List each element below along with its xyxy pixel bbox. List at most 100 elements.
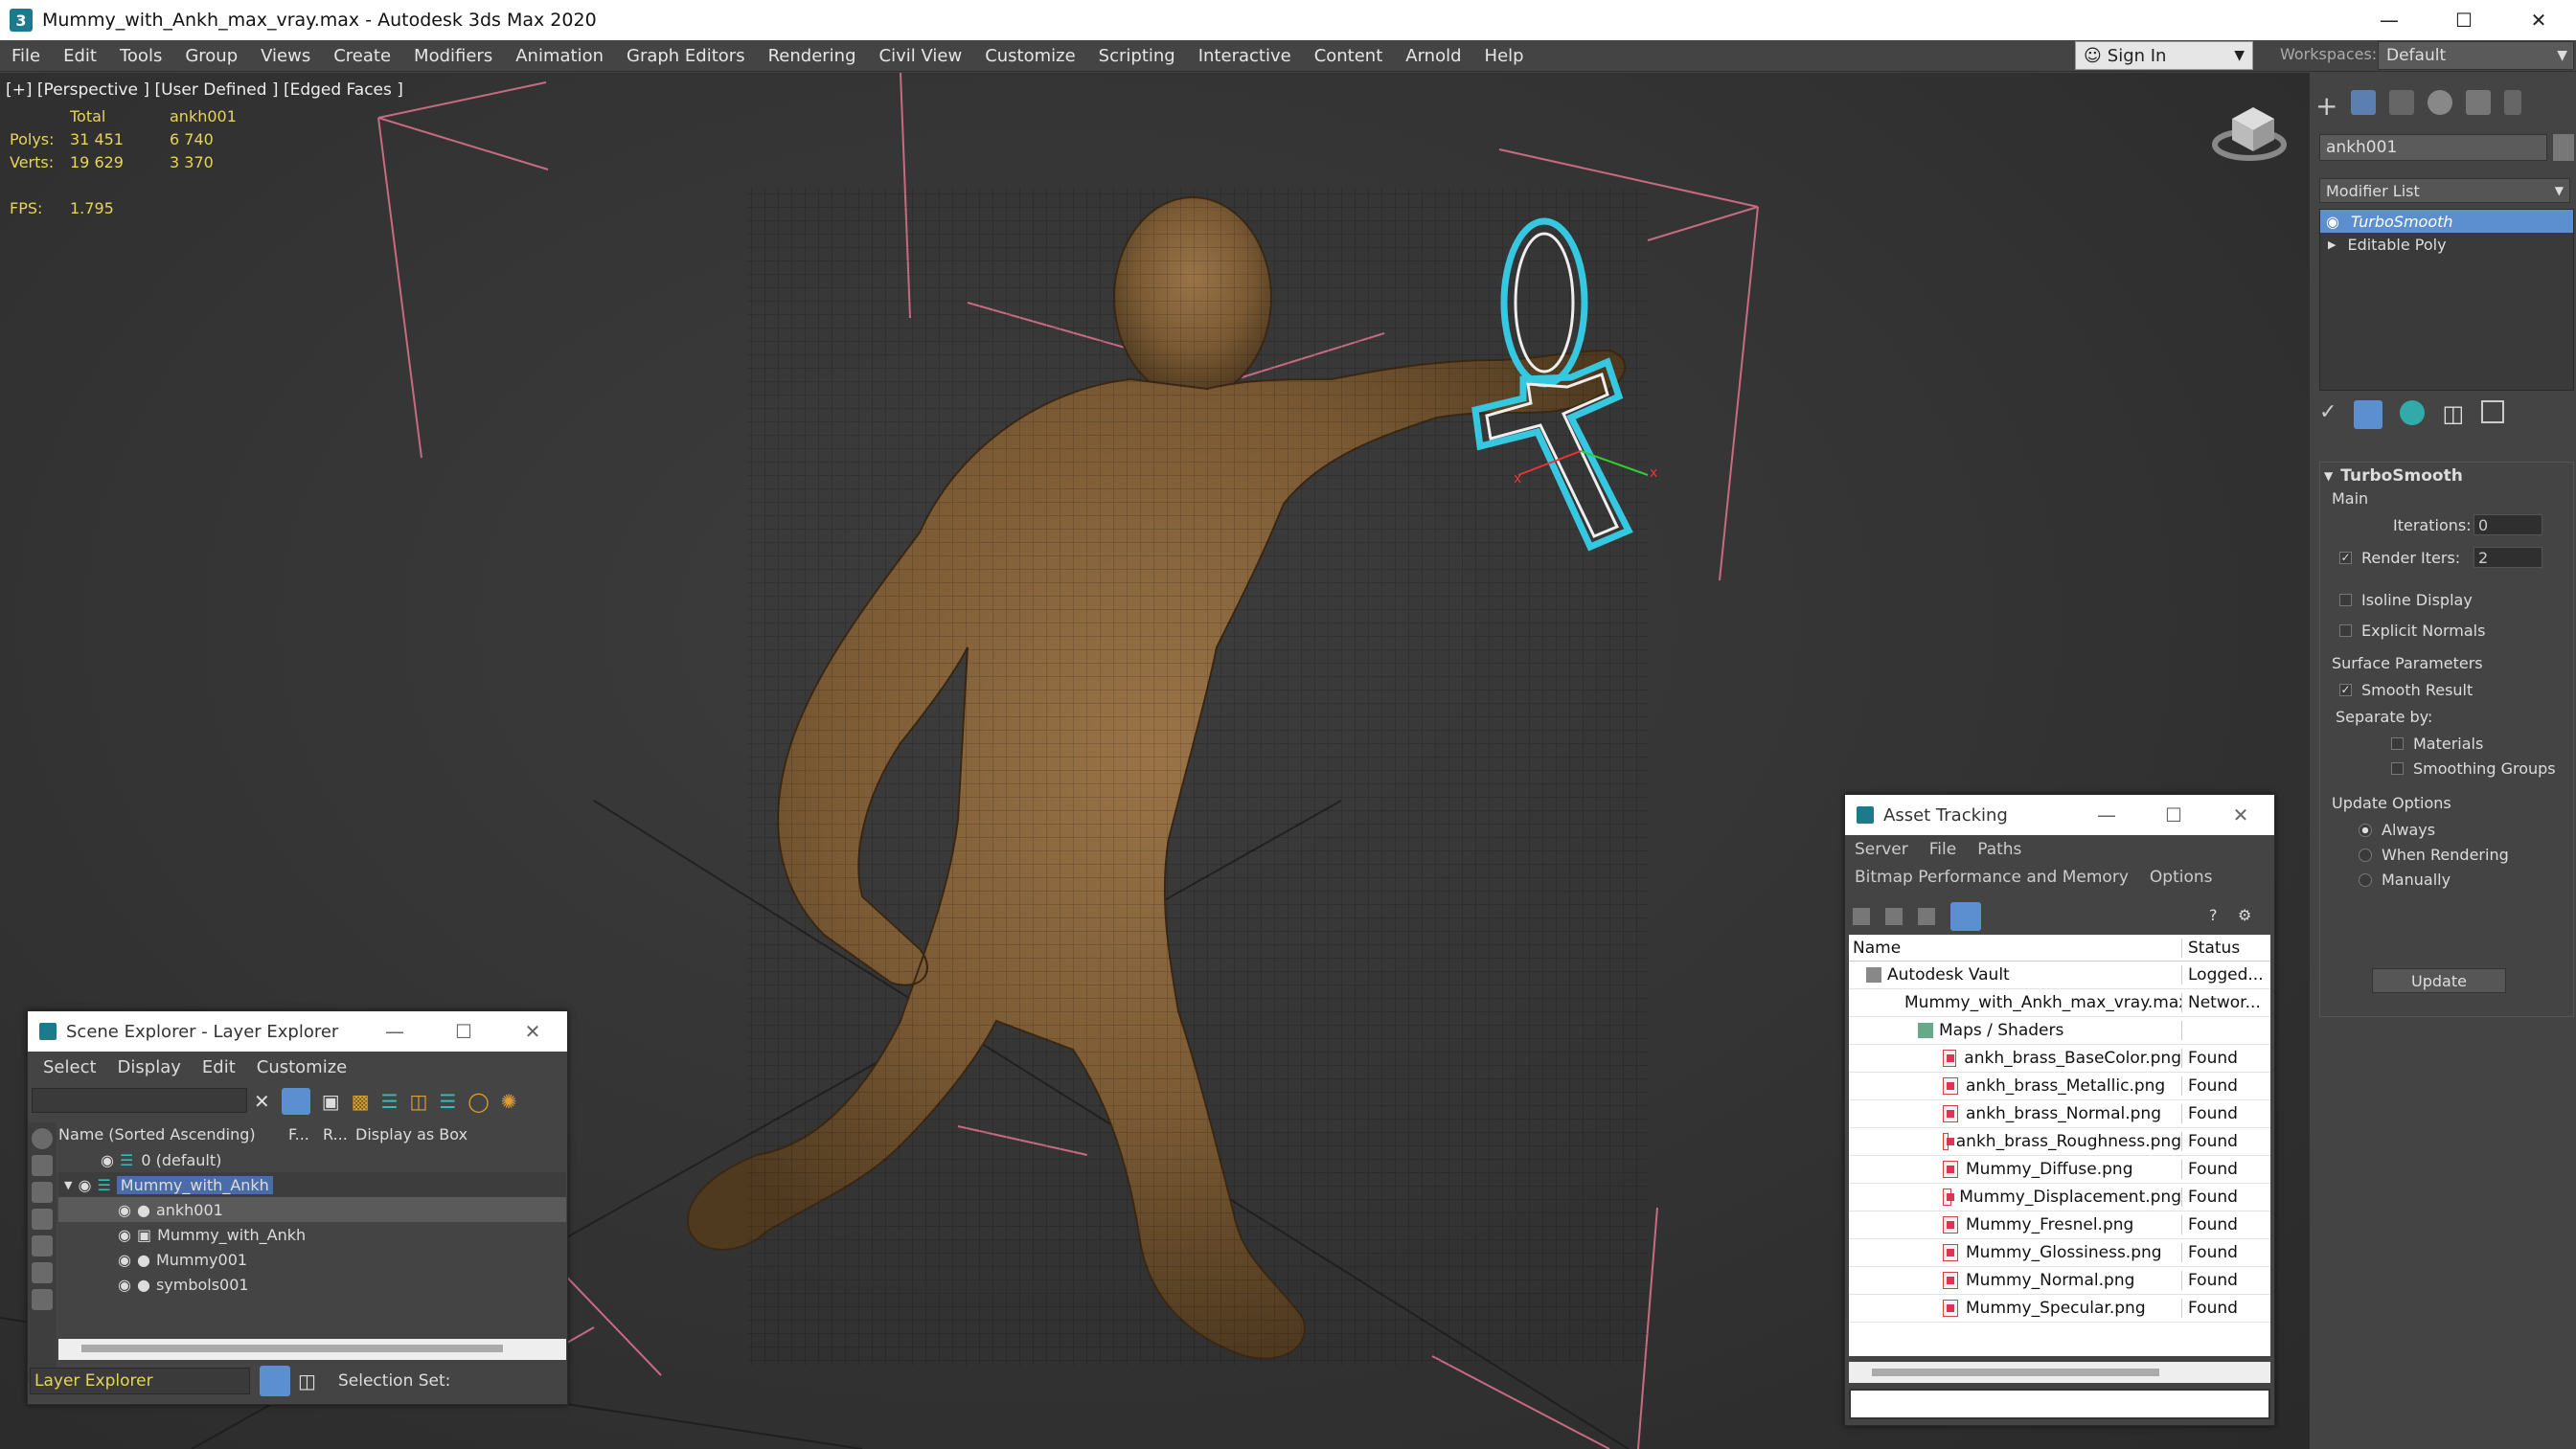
asset-row[interactable]: Mummy_Normal.png Found bbox=[1849, 1267, 2270, 1295]
column-name[interactable]: Name (Sorted Ascending) bbox=[58, 1125, 288, 1143]
menu-animation[interactable]: Animation bbox=[504, 46, 615, 66]
stack-item-turbosmooth[interactable]: ◉ TurboSmooth bbox=[2320, 210, 2573, 233]
column-freeze[interactable]: F... bbox=[288, 1125, 323, 1143]
explorer-type-dropdown[interactable]: Layer Explorer bbox=[30, 1368, 250, 1394]
asset-path-field[interactable] bbox=[1849, 1389, 2270, 1419]
search-input[interactable] bbox=[32, 1088, 247, 1113]
menu-file[interactable]: File bbox=[0, 46, 52, 66]
display-helpers-icon[interactable] bbox=[32, 1262, 53, 1283]
asset-row[interactable]: ankh_brass_Normal.png Found bbox=[1849, 1100, 2270, 1128]
isoline-row[interactable]: Isoline Display bbox=[2339, 591, 2473, 609]
minimize-icon[interactable]: — bbox=[360, 1020, 429, 1043]
sync-icon[interactable]: ✺ bbox=[501, 1090, 517, 1113]
layer-row[interactable]: ◉ ☰ 0 (default) bbox=[58, 1147, 566, 1172]
show-end-result-icon[interactable] bbox=[2354, 400, 2383, 429]
horizontal-scrollbar[interactable] bbox=[58, 1339, 566, 1360]
eye-icon[interactable]: ◉ bbox=[118, 1226, 131, 1244]
asset-row[interactable]: ankh_brass_Metallic.png Found bbox=[1849, 1073, 2270, 1100]
hierarchy-tab-icon[interactable] bbox=[2389, 90, 2415, 115]
layers-icon[interactable]: ☰ bbox=[439, 1090, 456, 1113]
asset-row[interactable]: Mummy_with_Ankh_max_vray.max Networ... bbox=[1849, 989, 2270, 1017]
list-icon[interactable] bbox=[1885, 908, 1903, 925]
smoothing-groups-row[interactable]: Smoothing Groups bbox=[2391, 759, 2556, 778]
smooth-result-row[interactable]: ✓ Smooth Result bbox=[2339, 681, 2473, 699]
filter-icon[interactable] bbox=[281, 1088, 310, 1115]
when-rendering-radio[interactable] bbox=[2359, 848, 2372, 862]
utilities-tab-icon[interactable] bbox=[2504, 90, 2522, 115]
always-row[interactable]: Always bbox=[2359, 821, 2435, 839]
menu-group[interactable]: Group bbox=[173, 46, 249, 66]
hierarchy-icon[interactable]: ◫ bbox=[410, 1090, 428, 1113]
close-icon[interactable]: ✕ bbox=[2207, 804, 2274, 826]
display-none-icon[interactable] bbox=[32, 1128, 53, 1149]
asset-row[interactable]: Mummy_Displacement.png Found bbox=[1849, 1184, 2270, 1211]
add-to-layer-icon[interactable]: ☰ bbox=[381, 1090, 399, 1113]
close-icon[interactable]: ✕ bbox=[2501, 0, 2576, 40]
menu-display[interactable]: Display bbox=[118, 1057, 181, 1077]
menu-edit[interactable]: Edit bbox=[52, 46, 108, 66]
smoothing-groups-checkbox[interactable] bbox=[2391, 762, 2404, 775]
eye-icon[interactable]: ◉ bbox=[78, 1176, 91, 1194]
menu-modifiers[interactable]: Modifiers bbox=[402, 46, 504, 66]
display-cameras-icon[interactable] bbox=[32, 1235, 53, 1257]
object-row[interactable]: ◉ ● symbols001 bbox=[58, 1272, 566, 1297]
menu-content[interactable]: Content bbox=[1303, 46, 1395, 66]
menu-help[interactable]: Help bbox=[1473, 46, 1536, 66]
menu-edit[interactable]: Edit bbox=[202, 1057, 236, 1077]
refresh-icon[interactable] bbox=[1853, 908, 1870, 925]
new-layer-icon[interactable]: ▩ bbox=[352, 1090, 370, 1113]
menu-rendering[interactable]: Rendering bbox=[757, 46, 868, 66]
column-name[interactable]: Name bbox=[1849, 938, 2182, 958]
thumbnail-icon[interactable] bbox=[1918, 908, 1935, 925]
rollout-header[interactable]: ▼ TurboSmooth bbox=[2324, 466, 2463, 486]
display-lights-icon[interactable] bbox=[32, 1209, 53, 1230]
create-tab-icon[interactable]: + bbox=[2315, 90, 2337, 122]
explicit-normals-checkbox[interactable] bbox=[2339, 624, 2352, 637]
column-status[interactable]: Status bbox=[2182, 939, 2240, 958]
asset-row[interactable]: Mummy_Diffuse.png Found bbox=[1849, 1156, 2270, 1184]
materials-row[interactable]: Materials bbox=[2391, 735, 2483, 753]
when-rendering-row[interactable]: When Rendering bbox=[2359, 846, 2509, 864]
materials-checkbox[interactable] bbox=[2391, 737, 2404, 750]
update-button[interactable]: Update bbox=[2372, 968, 2506, 993]
menu-customize[interactable]: Customize bbox=[973, 46, 1086, 66]
object-row[interactable]: ◉ ● ankh001 bbox=[58, 1197, 566, 1222]
display-geometry-icon[interactable] bbox=[32, 1155, 53, 1176]
maximize-icon[interactable]: ☐ bbox=[429, 1020, 498, 1043]
display-tab-icon[interactable] bbox=[2466, 90, 2492, 115]
menu-paths[interactable]: Paths bbox=[1977, 840, 2021, 859]
manually-row[interactable]: Manually bbox=[2359, 871, 2451, 889]
render-iters-spinner[interactable]: 2 bbox=[2473, 547, 2542, 568]
stack-item-editable-poly[interactable]: ▶ Editable Poly bbox=[2320, 233, 2573, 256]
manually-radio[interactable] bbox=[2359, 872, 2372, 887]
object-name-field[interactable]: ankh001 bbox=[2319, 134, 2547, 161]
menu-scripting[interactable]: Scripting bbox=[1087, 46, 1187, 66]
object-row[interactable]: ◉ ● Mummy001 bbox=[58, 1247, 566, 1272]
table-view-icon[interactable] bbox=[1950, 902, 1981, 931]
modify-tab-icon[interactable] bbox=[2351, 90, 2377, 115]
menu-arnold[interactable]: Arnold bbox=[1394, 46, 1472, 66]
eye-icon[interactable]: ◉ bbox=[101, 1151, 114, 1169]
menu-customize[interactable]: Customize bbox=[257, 1057, 347, 1077]
menu-civil-view[interactable]: Civil View bbox=[868, 46, 974, 66]
menu-server[interactable]: Server bbox=[1855, 840, 1908, 859]
menu-select[interactable]: Select bbox=[43, 1057, 97, 1077]
object-row[interactable]: ◉ ▣ Mummy_with_Ankh bbox=[58, 1222, 566, 1247]
asset-row[interactable]: ankh_brass_BaseColor.png Found bbox=[1849, 1045, 2270, 1073]
iterations-spinner[interactable]: 0 bbox=[2473, 514, 2542, 535]
eye-icon[interactable]: ◉ bbox=[118, 1251, 131, 1269]
trash-icon[interactable]: ◫ bbox=[2442, 400, 2464, 429]
menu-options[interactable]: Options bbox=[2150, 868, 2213, 887]
layer-row[interactable]: ▼ ◉ ☰ Mummy_with_Ankh bbox=[58, 1172, 566, 1197]
modifier-list-dropdown[interactable]: Modifier List ▼ bbox=[2319, 178, 2570, 203]
display-spacewarps-icon[interactable] bbox=[32, 1289, 53, 1310]
settings-icon[interactable]: ⚙ bbox=[2238, 906, 2251, 924]
scrollbar-thumb[interactable] bbox=[81, 1345, 503, 1352]
make-unique-icon[interactable] bbox=[2400, 400, 2426, 425]
menu-tools[interactable]: Tools bbox=[108, 46, 173, 66]
viewport-label[interactable]: [+] [Perspective ] [User Defined ] [Edge… bbox=[6, 80, 403, 100]
expand-arrow-icon[interactable]: ▼ bbox=[64, 1179, 72, 1191]
bulb-icon[interactable]: ◯ bbox=[467, 1090, 489, 1113]
eye-icon[interactable]: ◉ bbox=[2326, 213, 2339, 231]
eye-icon[interactable]: ◉ bbox=[118, 1201, 131, 1219]
